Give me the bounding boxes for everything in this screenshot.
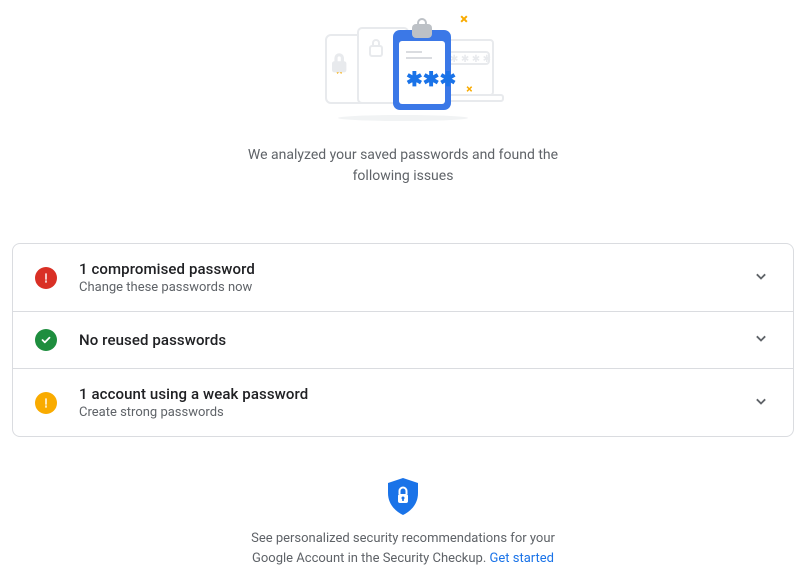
password-issues-card: 1 compromised password Change these pass… (12, 243, 794, 437)
row-title: 1 compromised password (79, 260, 751, 278)
row-subtitle: Change these passwords now (79, 280, 751, 295)
svg-text:✱ ✱ ✱ ✱: ✱ ✱ ✱ ✱ (450, 54, 491, 65)
row-title: No reused passwords (79, 331, 751, 349)
chevron-down-icon (751, 328, 771, 352)
password-checkup-illustration: ✱ ✱ ✱ ✱ ✱✱✱ (12, 10, 794, 125)
alert-icon (35, 267, 57, 289)
footer-section: See personalized security recommendation… (12, 477, 794, 568)
row-title: 1 account using a weak password (79, 385, 751, 403)
row-content: No reused passwords (79, 331, 751, 349)
warning-icon (35, 392, 57, 414)
reused-passwords-row[interactable]: No reused passwords (13, 312, 793, 369)
row-subtitle: Create strong passwords (79, 405, 751, 420)
chevron-down-icon (751, 266, 771, 290)
get-started-link[interactable]: Get started (490, 551, 554, 566)
hero-section: ✱ ✱ ✱ ✱ ✱✱✱ We analyzed your saved passw… (12, 0, 794, 211)
hero-text: We analyzed your saved passwords and fou… (223, 145, 583, 187)
shield-lock-icon (12, 477, 794, 517)
svg-text:✱✱✱: ✱✱✱ (406, 67, 456, 91)
compromised-passwords-row[interactable]: 1 compromised password Change these pass… (13, 244, 793, 312)
footer-text: See personalized security recommendation… (233, 529, 573, 568)
row-content: 1 compromised password Change these pass… (79, 260, 751, 295)
weak-passwords-row[interactable]: 1 account using a weak password Create s… (13, 369, 793, 436)
check-icon (35, 329, 57, 351)
row-content: 1 account using a weak password Create s… (79, 385, 751, 420)
chevron-down-icon (751, 391, 771, 415)
